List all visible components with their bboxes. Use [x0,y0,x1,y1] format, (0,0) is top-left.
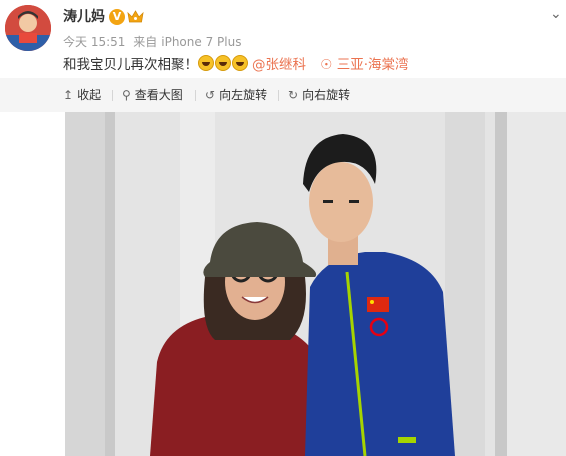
laugh-emoji-icon [215,55,231,71]
view-large-label: 查看大图 [134,88,183,102]
rotate-left-icon: ↺ [205,88,216,102]
rotate-left-label: 向左旋转 [219,88,268,102]
post-text: 和我宝贝儿再次相聚！ [63,57,198,73]
chevron-down-icon[interactable]: ⌄ [550,6,562,22]
divider [112,90,113,101]
divider [278,90,279,101]
avatar[interactable] [5,5,51,51]
view-large-button[interactable]: ⚲ 查看大图 [122,78,183,112]
rotate-right-icon: ↻ [288,88,299,102]
post-meta: 今天 15:51 来自 iPhone 7 Plus [63,33,245,50]
location-link[interactable]: ☉ 三亚·海棠湾 [320,57,408,73]
laugh-emoji-icon [232,55,248,71]
post-source[interactable]: iPhone 7 Plus [161,35,241,49]
rotate-right-button[interactable]: ↻ 向右旋转 [288,78,350,112]
verified-icon: V [109,9,125,25]
rotate-right-label: 向右旋转 [302,88,351,102]
post-time[interactable]: 今天 15:51 [63,35,125,49]
post-content: 和我宝贝儿再次相聚！ @张继科 ☉ 三亚·海棠湾 [63,53,409,73]
crown-icon [127,9,144,24]
collapse-button[interactable]: ↥ 收起 [63,78,101,112]
location-pin-icon: ☉ [320,57,333,73]
arrow-up-icon: ↥ [63,88,74,102]
image-toolbar: ↥ 收起 ⚲ 查看大图 ↺ 向左旋转 ↻ 向右旋转 [0,78,566,112]
post-photo[interactable] [65,112,566,456]
source-prefix: 来自 [133,35,158,49]
location-label: 三亚·海棠湾 [336,57,409,73]
mention-link[interactable]: @张继科 [252,57,306,73]
laugh-emoji-icon [198,55,214,71]
collapse-label: 收起 [77,88,102,102]
magnifier-icon: ⚲ [122,88,131,102]
username[interactable]: 涛儿妈 [63,6,105,26]
divider [195,90,196,101]
rotate-left-button[interactable]: ↺ 向左旋转 [205,78,267,112]
